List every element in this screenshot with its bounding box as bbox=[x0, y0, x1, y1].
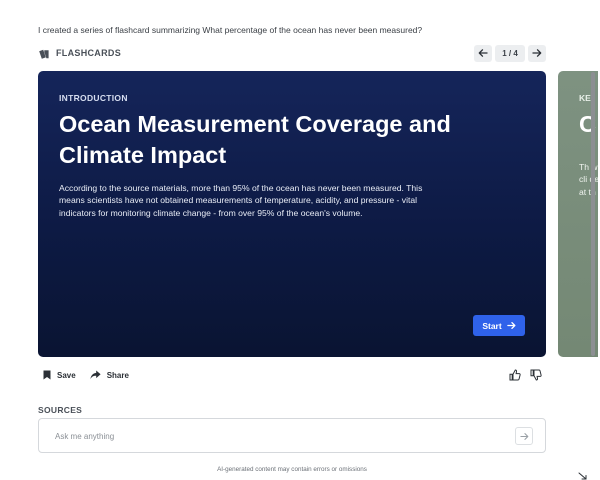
save-button[interactable]: Save bbox=[43, 370, 76, 380]
ask-input[interactable] bbox=[55, 429, 495, 443]
sources-heading: SOURCES bbox=[38, 405, 83, 415]
start-button-label: Start bbox=[482, 320, 502, 331]
flashcards-title: FLASHCARDS bbox=[38, 47, 121, 59]
card-heading: Ocean Measurement Coverage and Climate I… bbox=[59, 111, 451, 168]
share-icon bbox=[90, 370, 101, 380]
bookmark-icon bbox=[43, 370, 51, 380]
card-section-label: INTRODUCTION bbox=[59, 93, 128, 103]
send-button[interactable] bbox=[515, 427, 533, 445]
save-label: Save bbox=[57, 370, 76, 380]
thumbs-down-icon[interactable] bbox=[530, 369, 542, 381]
card-actions-right bbox=[509, 369, 546, 381]
flashcard-current[interactable]: INTRODUCTION Ocean Measurement Coverage … bbox=[38, 71, 546, 357]
card-actions-left: Save Share bbox=[38, 370, 129, 380]
arrow-right-icon bbox=[519, 432, 528, 440]
card-counter: 1 / 4 bbox=[495, 44, 525, 62]
share-button[interactable]: Share bbox=[90, 370, 129, 380]
share-label: Share bbox=[106, 370, 129, 380]
flashcards-label: FLASHCARDS bbox=[56, 48, 121, 58]
thumbs-up-icon[interactable] bbox=[509, 369, 521, 381]
arrow-right-icon bbox=[506, 321, 516, 330]
user-prompt: I created a series of flashcard summariz… bbox=[38, 25, 423, 35]
ask-box bbox=[38, 418, 546, 453]
page: I created a series of flashcard summariz… bbox=[0, 0, 600, 480]
ai-disclaimer: AI-generated content may contain errors … bbox=[217, 466, 367, 473]
scrollbar-thumb[interactable] bbox=[591, 72, 595, 356]
arrow-right-icon bbox=[532, 49, 542, 57]
previous-card-button[interactable] bbox=[474, 44, 492, 62]
flashcards-header: FLASHCARDS 1 / 4 bbox=[38, 44, 546, 62]
card-body: According to the source materials, more … bbox=[59, 183, 423, 218]
start-button[interactable]: Start bbox=[473, 315, 525, 336]
card-actions: Save Share bbox=[38, 367, 546, 383]
arrow-left-icon bbox=[478, 49, 488, 57]
resize-handle-icon[interactable] bbox=[578, 472, 588, 480]
next-card-button[interactable] bbox=[528, 44, 546, 62]
card-pager: 1 / 4 bbox=[474, 44, 546, 62]
cards-icon bbox=[38, 47, 50, 59]
